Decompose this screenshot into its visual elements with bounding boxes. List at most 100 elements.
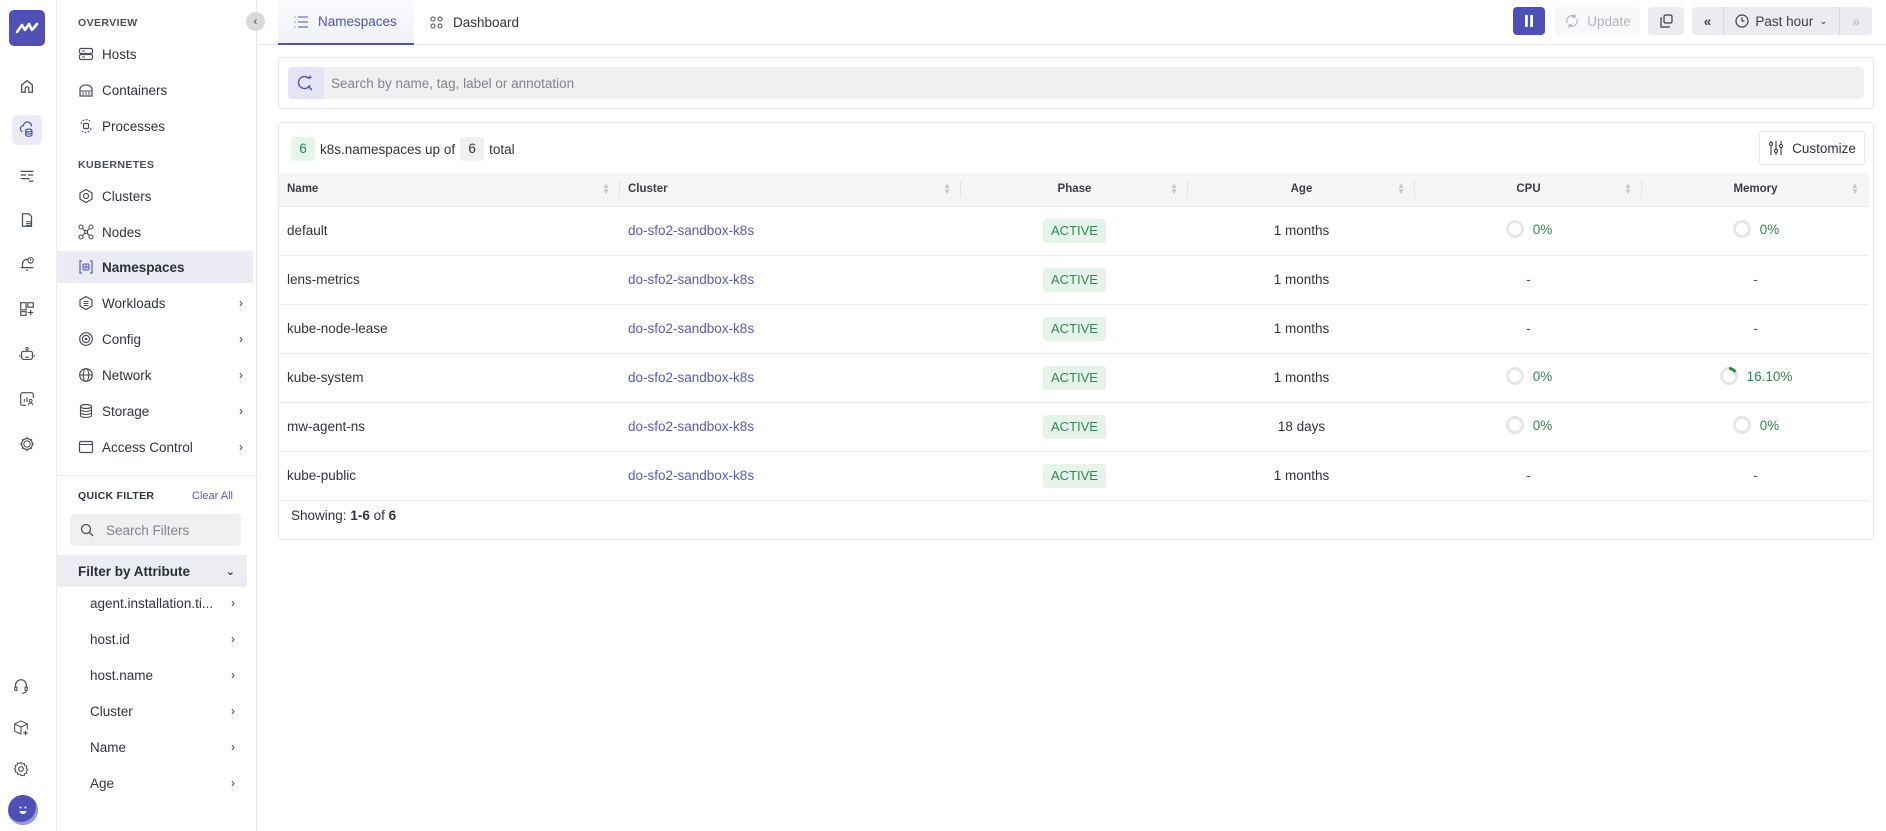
cluster-link[interactable]: do-sfo2-sandbox-k8s [620, 402, 961, 452]
cluster-link[interactable]: do-sfo2-sandbox-k8s [620, 353, 961, 403]
update-button[interactable]: Update [1555, 7, 1640, 35]
rail-ai-assistant[interactable] [12, 339, 42, 369]
chevron-right-icon: › [231, 632, 235, 646]
age-cell: 1 months [1188, 451, 1415, 501]
column-header-cluster[interactable]: Cluster ▲ ▼ [620, 173, 961, 207]
nav-item-containers[interactable]: Containers [57, 74, 253, 106]
app-logo[interactable] [9, 10, 45, 46]
copy-link-button[interactable] [1648, 7, 1684, 35]
rail-install[interactable] [6, 713, 36, 743]
rail-rum[interactable] [12, 384, 42, 414]
table-row[interactable]: kube-system do-sfo2-sandbox-k8s ACTIVE 1… [279, 353, 1869, 403]
nav-item-hosts[interactable]: Hosts [57, 38, 253, 70]
attribute-item[interactable]: Cluster › [57, 695, 247, 727]
table-row[interactable]: lens-metrics do-sfo2-sandbox-k8s ACTIVE … [279, 255, 1869, 305]
hosts-icon [78, 46, 94, 62]
clusters-icon [78, 188, 94, 204]
namespace-name[interactable]: kube-system [279, 353, 620, 403]
customize-button[interactable]: Customize [1759, 131, 1865, 165]
namespaces-icon [78, 259, 94, 275]
alerts-icon [20, 257, 34, 271]
ai-search-icon [288, 67, 324, 99]
attribute-item[interactable]: agent.installation.ti... › [57, 587, 247, 619]
rum-icon [20, 392, 34, 406]
namespace-name[interactable]: default [279, 206, 620, 256]
cpu-value: 0% [1532, 221, 1553, 237]
nav-item-workloads[interactable]: Workloads › [57, 287, 253, 319]
pause-button[interactable] [1513, 7, 1545, 35]
clear-all-link[interactable]: Clear All [192, 490, 233, 502]
tab-dashboard[interactable]: Dashboard [414, 0, 535, 45]
overview-section-label: OVERVIEW [78, 17, 138, 29]
dashboard-builder-icon [20, 302, 34, 316]
column-header-phase[interactable]: Phase ▲ ▼ [961, 173, 1188, 207]
chevron-right-icon: › [231, 668, 235, 682]
rail-integrations[interactable] [12, 429, 42, 459]
namespace-name[interactable]: kube-public [279, 451, 620, 501]
cluster-link[interactable]: do-sfo2-sandbox-k8s [620, 255, 961, 305]
list-icon [294, 15, 308, 28]
time-next-button[interactable]: » [1840, 7, 1872, 35]
filter-by-attribute-label: Filter by Attribute [78, 563, 191, 579]
column-header-cpu[interactable]: CPU ▲ ▼ [1415, 173, 1642, 207]
cluster-link[interactable]: do-sfo2-sandbox-k8s [620, 206, 961, 256]
table-row[interactable]: mw-agent-ns do-sfo2-sandbox-k8s ACTIVE 1… [279, 402, 1869, 452]
tab-namespaces[interactable]: Namespaces [278, 0, 414, 45]
attribute-item[interactable]: Name › [57, 731, 247, 763]
nav-item-label: Nodes [102, 224, 142, 240]
attribute-item[interactable]: host.id › [57, 623, 247, 655]
sort-icon[interactable]: ▲ ▼ [1170, 182, 1178, 196]
search-input[interactable]: Search by name, tag, label or annotation [288, 67, 1864, 99]
collapse-sidebar-button[interactable]: ‹ [246, 12, 265, 31]
rail-dashboard-builder[interactable] [12, 294, 42, 324]
column-header-name[interactable]: Name ▲ ▼ [279, 173, 620, 207]
table-row[interactable]: kube-public do-sfo2-sandbox-k8s ACTIVE 1… [279, 451, 1869, 501]
nav-item-nodes[interactable]: Nodes [57, 216, 253, 248]
time-range-select[interactable]: Past hour ⌄ [1724, 7, 1840, 35]
sort-icon[interactable]: ▲ ▼ [1397, 182, 1405, 196]
memory-value: 0% [1759, 417, 1780, 433]
column-header-memory[interactable]: Memory ▲ ▼ [1642, 173, 1869, 207]
storage-icon [78, 403, 94, 419]
cpu-metric: 0% [1505, 415, 1552, 435]
kubernetes-section-label: KUBERNETES [78, 159, 155, 171]
cluster-link[interactable]: do-sfo2-sandbox-k8s [620, 304, 961, 354]
column-header-age[interactable]: Age ▲ ▼ [1188, 173, 1415, 207]
nav-item-config[interactable]: Config › [57, 323, 253, 355]
nav-item-namespaces[interactable]: Namespaces [57, 251, 253, 283]
filter-search-input[interactable]: Search Filters [70, 514, 241, 546]
sort-icon[interactable]: ▲ ▼ [602, 182, 610, 196]
table-row[interactable]: kube-node-lease do-sfo2-sandbox-k8s ACTI… [279, 304, 1869, 354]
namespace-name[interactable]: kube-node-lease [279, 304, 620, 354]
nav-item-processes[interactable]: Processes [57, 110, 253, 142]
attribute-item[interactable]: Age › [57, 767, 247, 799]
sort-icon[interactable]: ▲ ▼ [1851, 182, 1859, 196]
sort-icon[interactable]: ▲ ▼ [1624, 182, 1632, 196]
rail-settings[interactable] [6, 754, 36, 784]
filter-search-placeholder: Search Filters [106, 522, 190, 538]
time-previous-button[interactable]: « [1692, 7, 1724, 35]
user-avatar[interactable] [8, 795, 38, 825]
cluster-link[interactable]: do-sfo2-sandbox-k8s [620, 451, 961, 501]
rail-support[interactable] [6, 671, 36, 701]
namespace-name[interactable]: lens-metrics [279, 255, 620, 305]
rail-home[interactable] [12, 71, 42, 101]
attribute-item[interactable]: host.name › [57, 659, 247, 691]
nav-item-access-control[interactable]: Access Control › [57, 431, 253, 463]
sort-icon[interactable]: ▲ ▼ [943, 182, 951, 196]
nav-item-storage[interactable]: Storage › [57, 395, 253, 427]
logo-icon [15, 22, 39, 34]
rail-logs[interactable] [12, 160, 42, 190]
nav-item-clusters[interactable]: Clusters [57, 180, 253, 212]
rail-alerts[interactable] [12, 249, 42, 279]
phase-badge: ACTIVE [1043, 414, 1106, 439]
nav-item-network[interactable]: Network › [57, 359, 253, 391]
rail-infrastructure[interactable] [12, 115, 42, 145]
memory-cell: - [1642, 451, 1869, 501]
chevron-right-icon: › [231, 776, 235, 790]
filter-by-attribute-toggle[interactable]: Filter by Attribute ⌄ [57, 555, 247, 587]
table-row[interactable]: default do-sfo2-sandbox-k8s ACTIVE 1 mon… [279, 206, 1869, 256]
column-label: Phase [1057, 183, 1092, 196]
rail-reports[interactable] [12, 205, 42, 235]
namespace-name[interactable]: mw-agent-ns [279, 402, 620, 452]
